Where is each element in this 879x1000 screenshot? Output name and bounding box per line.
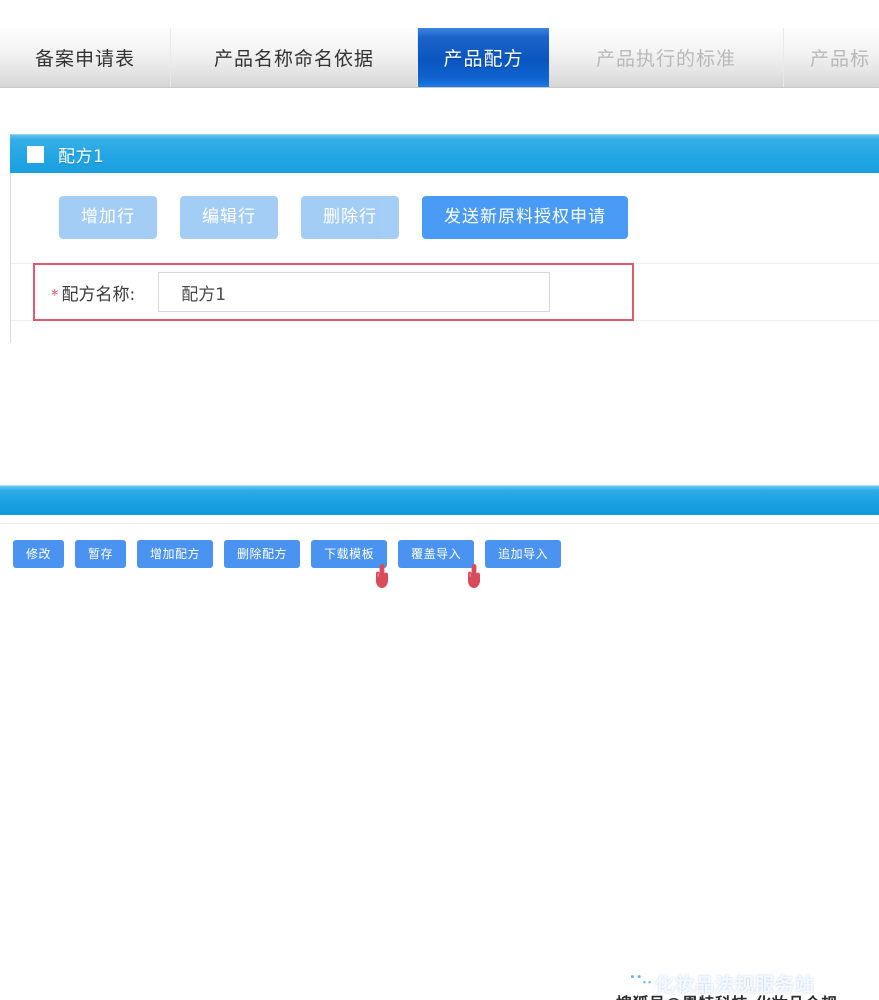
delete-row-button[interactable]: 删除行 — [301, 196, 399, 239]
tab-label: 产品标 — [810, 48, 871, 70]
edit-row-button[interactable]: 编辑行 — [180, 196, 278, 239]
formula-card-header: 配方1 — [10, 134, 879, 173]
tab-label: 产品名称命名依据 — [213, 48, 374, 70]
wechat-icon — [625, 970, 656, 992]
formula-name-row: * 配方名称: — [11, 263, 879, 325]
add-formula-button[interactable]: 增加配方 — [137, 540, 214, 568]
main-content: 配方1 增加行 编辑行 删除行 发送新原料授权申请 * 配方名称: 配方1 修改… — [0, 89, 879, 1000]
formula-name-label-text: 配方名称: — [61, 284, 136, 305]
watermark-line-1: 化妆品法规服务站 — [655, 974, 816, 996]
formula-card-title: 配方1 — [58, 146, 105, 167]
tab-label: 产品执行的标准 — [595, 48, 736, 70]
modify-button[interactable]: 修改 — [13, 540, 65, 568]
tab-chanpin-mingcheng-mingming-yiju[interactable]: 产品名称命名依据 — [171, 28, 418, 87]
send-new-material-authorization-button[interactable]: 发送新原料授权申请 — [422, 196, 628, 239]
delete-formula-button[interactable]: 删除配方 — [224, 540, 301, 568]
overwrite-import-button[interactable]: 覆盖导入 — [398, 540, 475, 568]
bottom-blue-divider — [0, 485, 879, 515]
tab-bar: 备案申请表 产品名称命名依据 产品配方 产品执行的标准 产品标 — [0, 28, 879, 88]
watermark: 化妆品法规服务站 搜狐号@恩特科技-化妆品合规 — [613, 968, 879, 1000]
row-toolbar: 增加行 编辑行 删除行 发送新原料授权申请 — [11, 173, 879, 239]
add-row-button[interactable]: 增加行 — [59, 196, 157, 239]
download-template-button[interactable]: 下载模板 — [311, 540, 388, 568]
tab-label: 产品配方 — [443, 48, 524, 70]
tab-label: 备案申请表 — [34, 48, 135, 70]
action-bar: 修改 暂存 增加配方 删除配方 下载模板 覆盖导入 追加导入 化妆品法规服务站 — [0, 523, 879, 1000]
formula-name-highlight-box: * 配方名称: — [33, 263, 634, 321]
tab-chanpin-biaoqian[interactable]: 产品标 — [784, 28, 879, 87]
formula-card: 配方1 增加行 编辑行 删除行 发送新原料授权申请 * 配方名称: — [10, 134, 879, 343]
tab-chanpin-peifang[interactable]: 产品配方 — [418, 28, 549, 87]
formula-select-checkbox[interactable] — [27, 145, 44, 163]
formula-name-label: * 配方名称: — [51, 280, 135, 305]
temp-save-button[interactable]: 暂存 — [75, 540, 127, 568]
required-asterisk-icon: * — [51, 285, 59, 304]
tab-chanpin-zhixing-de-biaozhun[interactable]: 产品执行的标准 — [549, 28, 784, 87]
action-button-group: 修改 暂存 增加配方 删除配方 下载模板 覆盖导入 追加导入 — [13, 540, 562, 568]
watermark-line-2: 搜狐号@恩特科技-化妆品合规 — [616, 990, 838, 1000]
append-import-button[interactable]: 追加导入 — [485, 540, 562, 568]
tab-beian-shenqingbiao[interactable]: 备案申请表 — [0, 28, 171, 87]
formula-card-body: 增加行 编辑行 删除行 发送新原料授权申请 * 配方名称: — [10, 173, 879, 343]
formula-name-input[interactable] — [158, 272, 551, 312]
